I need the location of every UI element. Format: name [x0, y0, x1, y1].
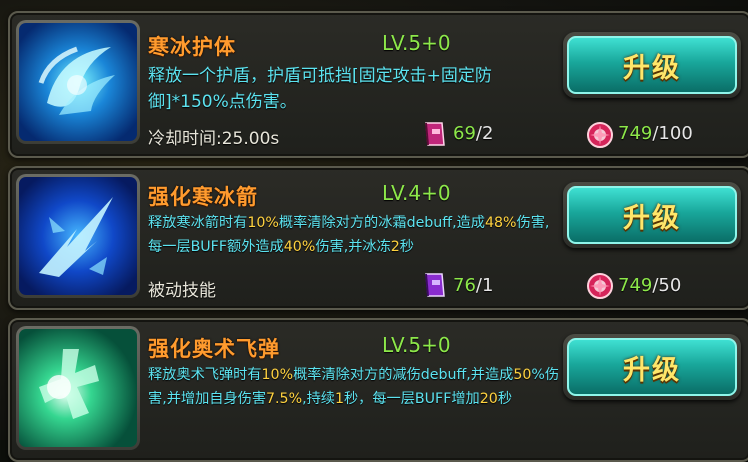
skill-book-icon — [425, 122, 445, 146]
highlight-value: 2 — [390, 239, 400, 255]
description-text: ,持续 — [302, 391, 335, 407]
skill-level: LV.4+0 — [382, 181, 451, 205]
skill-name: 强化寒冰箭 — [148, 185, 258, 209]
book-cost: 76/1 — [453, 275, 494, 296]
description-text: 伤害,并冰冻 — [315, 239, 391, 255]
arcane-missile-icon — [19, 329, 137, 447]
upgrade-button-label: 升级 — [567, 338, 737, 396]
upgrade-button-label: 升级 — [567, 186, 737, 244]
skill-card-arcane-missile: 强化奥术飞弹 LV.5+0 释放奥术飞弹时有10%概率清除对方的减伤debuff… — [8, 318, 748, 462]
description-text: 释放一个护盾，护盾可抵挡[固定攻击+固定防御]*150%点伤害。 — [148, 66, 492, 112]
highlight-value: 20 — [479, 391, 498, 407]
upgrade-button-label: 升级 — [567, 36, 737, 94]
description-text: 秒，每一层BUFF增加 — [343, 391, 480, 407]
gem-cost: 749/50 — [618, 275, 682, 296]
skill-icon-frame[interactable] — [16, 174, 140, 298]
skill-name: 寒冰护体 — [148, 35, 236, 59]
skill-description: 释放一个护盾，护盾可抵挡[固定攻击+固定防御]*150%点伤害。 — [148, 63, 558, 115]
skill-card-ice-armor: 寒冰护体 LV.5+0 释放一个护盾，护盾可抵挡[固定攻击+固定防御]*150%… — [8, 11, 748, 158]
highlight-value: 40% — [283, 239, 316, 255]
description-text: 秒 — [399, 239, 414, 255]
gem-icon — [587, 273, 613, 299]
description-text: 秒 — [497, 391, 513, 407]
skill-level: LV.5+0 — [382, 31, 451, 55]
description-text: 概率清除对方的减伤debuff,并造成 — [293, 367, 514, 383]
description-text: 概率清除对方的冰霜debuff,造成 — [278, 215, 485, 231]
cooldown-label: 冷却时间:25.00s — [148, 129, 280, 149]
highlight-value: 10% — [247, 215, 279, 231]
highlight-value: 48% — [484, 215, 517, 231]
description-text: 释放寒冰箭时有 — [148, 215, 248, 231]
highlight-value: 50 — [513, 367, 532, 383]
gem-cost: 749/100 — [618, 123, 693, 144]
upgrade-button[interactable]: 升级 — [563, 182, 741, 248]
skill-card-frost-arrow: 强化寒冰箭 LV.4+0 释放寒冰箭时有10%概率清除对方的冰霜debuff,造… — [8, 166, 748, 310]
skill-book-icon — [425, 273, 445, 297]
highlight-value: 1 — [334, 391, 344, 407]
skill-name: 强化奥术飞弹 — [148, 337, 280, 361]
upgrade-button[interactable]: 升级 — [563, 334, 741, 400]
skill-level: LV.5+0 — [382, 333, 451, 357]
skill-description: 释放寒冰箭时有10%概率清除对方的冰霜debuff,造成48%伤害,每一层BUF… — [148, 211, 560, 259]
upgrade-button[interactable]: 升级 — [563, 32, 741, 98]
book-cost: 69/2 — [453, 123, 494, 144]
description-text: 释放奥术飞弹时有 — [148, 367, 262, 383]
passive-skill-label: 被动技能 — [148, 281, 216, 301]
frost-arrow-icon — [19, 177, 137, 295]
skill-icon-frame[interactable] — [16, 326, 140, 450]
skill-icon-frame[interactable] — [16, 20, 140, 144]
highlight-value: 10% — [261, 367, 294, 383]
highlight-value: 7.5% — [266, 391, 303, 407]
ice-shield-icon — [19, 23, 137, 141]
gem-icon — [587, 122, 613, 148]
skill-description: 释放奥术飞弹时有10%概率清除对方的减伤debuff,并造成50%伤害,并增加自… — [148, 363, 560, 411]
